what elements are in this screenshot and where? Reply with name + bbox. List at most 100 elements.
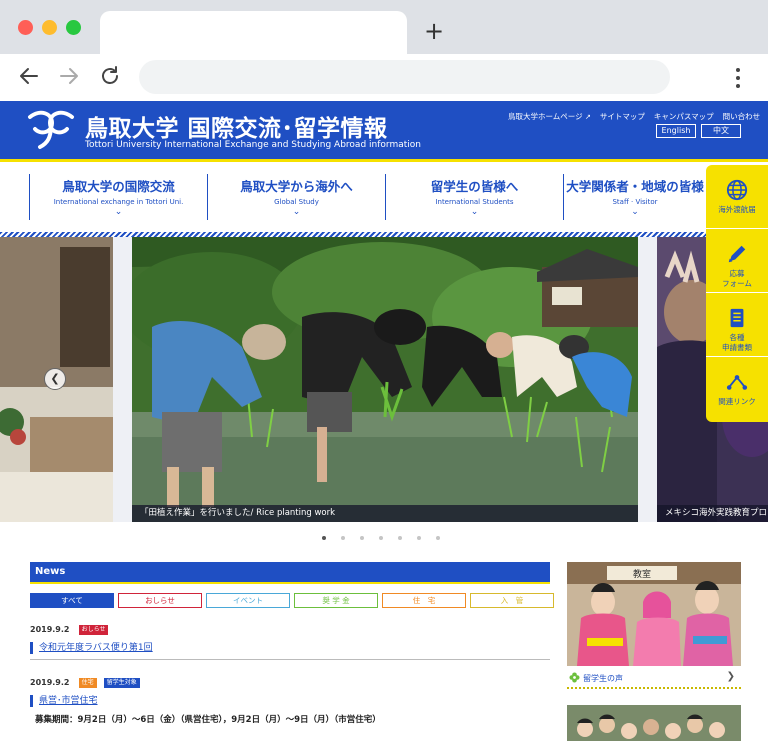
slider-dot-2[interactable] [341,536,345,540]
slider-prev-button[interactable]: ❮ [44,368,66,390]
side-tab-label: 各種 申請書類 [722,333,752,352]
chinese-button[interactable]: 中文 [701,124,741,138]
nav-item-subtitle: International exchange in Tottori Uni. [53,198,184,206]
side-tab-application-form[interactable]: 応募 フォーム [706,229,768,293]
nav-item-title: 大学関係者・地域の皆様 [566,179,704,194]
slider-dot-1[interactable] [322,536,326,540]
news-tag-international-students: 留学生対象 [103,678,140,688]
new-tab-button[interactable]: + [424,16,444,46]
util-link-campus-map[interactable]: キャンパスマップ [654,111,714,122]
address-bar[interactable] [139,60,670,94]
nav-item-subtitle: Global Study [274,198,319,206]
browser-toolbar [0,54,768,101]
news-link[interactable]: 令和元年度ラバス便り第1回 [30,642,153,654]
filter-notice[interactable]: おしらせ [118,593,202,608]
student-voice-label: 留学生の声 [583,674,623,683]
pencil-icon [728,245,746,263]
util-link-contact[interactable]: 問い合わせ [723,111,761,122]
chevron-down-icon: ⌄ [631,207,639,217]
window-controls [18,20,81,35]
nav-item-subtitle: Staff · Visitor [612,198,658,206]
nav-item-subtitle: International Students [435,198,514,206]
chevron-left-icon: ❮ [50,372,60,385]
english-button[interactable]: English [656,124,696,138]
chevron-down-icon: ⌄ [470,207,479,217]
slider-dot-5[interactable] [398,536,402,540]
globe-icon [726,179,748,201]
util-link-home-label: 鳥取大学ホームページ [508,112,583,121]
nav-item-international-students[interactable]: 留学生の皆様へ International Students ⌄ [385,174,563,220]
flower-icon [569,672,580,683]
language-switcher: English 中文 [656,124,741,138]
side-tab-label: 応募 フォーム [722,269,752,288]
utility-links: 鳥取大学ホームページ ↗ サイトマップ キャンパスマップ 問い合わせ [508,111,760,122]
news-heading-underline [30,582,550,584]
news-item: 2019.9.2 おしらせ 令和元年度ラバス便り第1回 [30,617,153,654]
photo-sign-text: 教室 [633,568,651,580]
slide-current-caption: 「田植え作業」を行いました/ Rice planting work [132,505,638,522]
news-date: 2019.9.2 [30,625,70,634]
side-tab-travel-notice[interactable]: 海外渡航届 [706,165,768,229]
site-title[interactable]: 鳥取大学 国際交流･留学情報 [85,109,388,143]
group-photo[interactable] [567,705,741,741]
global-nav: 鳥取大学の国際交流 International exchange in Tott… [0,162,768,232]
slide-current[interactable]: 「田植え作業」を行いました/ Rice planting work [132,237,638,522]
forward-arrow-icon[interactable] [57,64,81,88]
university-logo-icon[interactable] [26,107,76,151]
slider-dot-4[interactable] [379,536,383,540]
external-link-icon: ↗ [585,113,591,121]
side-tab-related-links[interactable]: 関連リンク [706,357,768,421]
slider-dot-6[interactable] [417,536,421,540]
browser-tab[interactable] [100,11,407,54]
nav-item-staff-visitor[interactable]: 大学関係者・地域の皆様 Staff · Visitor ⌄ [563,174,706,220]
nav-item-exchange[interactable]: 鳥取大学の国際交流 International exchange in Tott… [29,174,207,220]
student-voice-link[interactable]: 留学生の声 ❯ [567,667,741,689]
util-link-sitemap[interactable]: サイトマップ [600,111,645,122]
nav-item-title: 鳥取大学の国際交流 [62,179,175,194]
student-voice-image: 教室 [567,562,741,666]
hero-slider: 「田植え作業」を行いました/ Rice planting work メキシコ海外… [0,237,768,522]
side-tab-label: 海外渡航届 [718,205,756,214]
slide-current-image [132,237,638,522]
group-photo-image [567,705,741,741]
slider-dot-7[interactable] [436,536,440,540]
news-divider [30,659,550,660]
util-link-home[interactable]: 鳥取大学ホームページ ↗ [508,111,591,122]
news-heading: News [30,562,550,582]
filter-event[interactable]: イベント [206,593,290,608]
slide-next-caption: メキシコ海外実践教育プロ [657,505,768,522]
side-tabs: 海外渡航届 応募 フォーム 各種 申請書類 関連リンク [706,165,768,422]
student-voice-photo[interactable]: 教室 [567,562,741,666]
news-item: 2019.9.2 住宅 留学生対象 県営･市営住宅 [30,670,142,707]
reload-icon[interactable] [98,64,122,88]
document-icon [730,308,744,328]
close-window-button[interactable] [18,20,33,35]
filter-immigration[interactable]: 入 管 [470,593,554,608]
browser-menu-icon[interactable] [734,67,742,89]
chevron-down-icon: ⌄ [114,207,123,217]
back-arrow-icon[interactable] [17,64,41,88]
share-icon [726,375,748,390]
site-header: 鳥取大学 国際交流･留学情報 Tottori University Intern… [0,101,768,159]
filter-all[interactable]: すべて [30,593,114,608]
news-body-text: 募集期間：9月2日（月）〜6日（金）（県営住宅），9月2日（月）〜9日（月）（市… [35,715,381,725]
news-link[interactable]: 県営･市営住宅 [30,695,142,707]
slider-dot-3[interactable] [360,536,364,540]
maximize-window-button[interactable] [66,20,81,35]
minimize-window-button[interactable] [42,20,57,35]
filter-housing[interactable]: 住 宅 [382,593,466,608]
news-date: 2019.9.2 [30,678,70,687]
nav-item-title: 留学生の皆様へ [430,179,519,194]
nav-item-global-study[interactable]: 鳥取大学から海外へ Global Study ⌄ [207,174,385,220]
side-tab-label: 関連リンク [718,397,756,406]
nav-item-title: 鳥取大学から海外へ [240,179,353,194]
browser-chrome: + [0,0,768,101]
slider-pagination [322,536,440,540]
filter-scholarship[interactable]: 奨 学 金 [294,593,378,608]
news-tag-notice: おしらせ [78,625,109,635]
site-subtitle: Tottori University International Exchang… [85,140,421,150]
chevron-down-icon: ⌄ [292,207,301,217]
chevron-right-icon: ❯ [726,671,735,682]
side-tab-documents[interactable]: 各種 申請書類 [706,293,768,357]
news-filters: すべて おしらせ イベント 奨 学 金 住 宅 入 管 [30,593,554,608]
